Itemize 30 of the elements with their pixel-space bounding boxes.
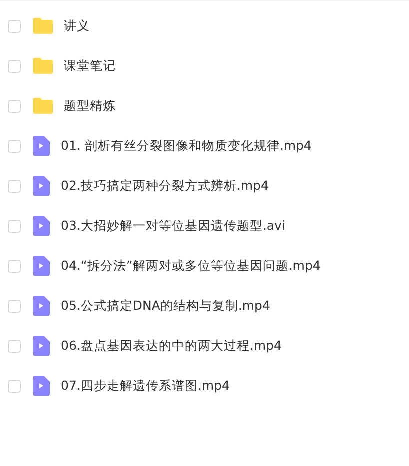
video-file-icon	[33, 216, 50, 236]
video-file-icon	[33, 376, 50, 396]
video-file-icon	[33, 136, 50, 156]
checkbox[interactable]	[8, 340, 21, 352]
folder-icon	[33, 58, 53, 74]
folder-name[interactable]: 题型精炼	[64, 96, 116, 116]
checkbox[interactable]	[8, 100, 21, 112]
file-name[interactable]: 01. 剖析有丝分裂图像和物质变化规律.mp4	[61, 136, 312, 156]
checkbox[interactable]	[8, 20, 21, 32]
folder-name[interactable]: 讲义	[64, 16, 90, 36]
file-name[interactable]: 04.“拆分法”解两对或多位等位基因问题.mp4	[61, 256, 321, 276]
checkbox[interactable]	[8, 380, 21, 392]
checkbox[interactable]	[8, 300, 21, 312]
file-name[interactable]: 03.大招妙解一对等位基因遗传题型.avi	[61, 216, 286, 236]
folder-icon	[33, 98, 53, 114]
checkbox[interactable]	[8, 220, 21, 232]
video-file-icon	[33, 256, 50, 276]
folder-name[interactable]: 课堂笔记	[64, 56, 116, 76]
file-name[interactable]: 06.盘点基因表达的中的两大过程.mp4	[61, 336, 282, 356]
video-file-icon	[33, 176, 50, 196]
folder-icon	[33, 18, 53, 34]
checkbox[interactable]	[8, 140, 21, 152]
file-name[interactable]: 05.公式搞定DNA的结构与复制.mp4	[61, 296, 270, 316]
checkbox[interactable]	[8, 260, 21, 272]
video-file-icon	[33, 296, 50, 316]
file-name[interactable]: 02.技巧搞定两种分裂方式辨析.mp4	[61, 176, 269, 196]
video-file-icon	[33, 336, 50, 356]
file-name[interactable]: 07.四步走解遗传系谱图.mp4	[61, 376, 230, 396]
checkbox[interactable]	[8, 60, 21, 72]
checkbox[interactable]	[8, 180, 21, 192]
